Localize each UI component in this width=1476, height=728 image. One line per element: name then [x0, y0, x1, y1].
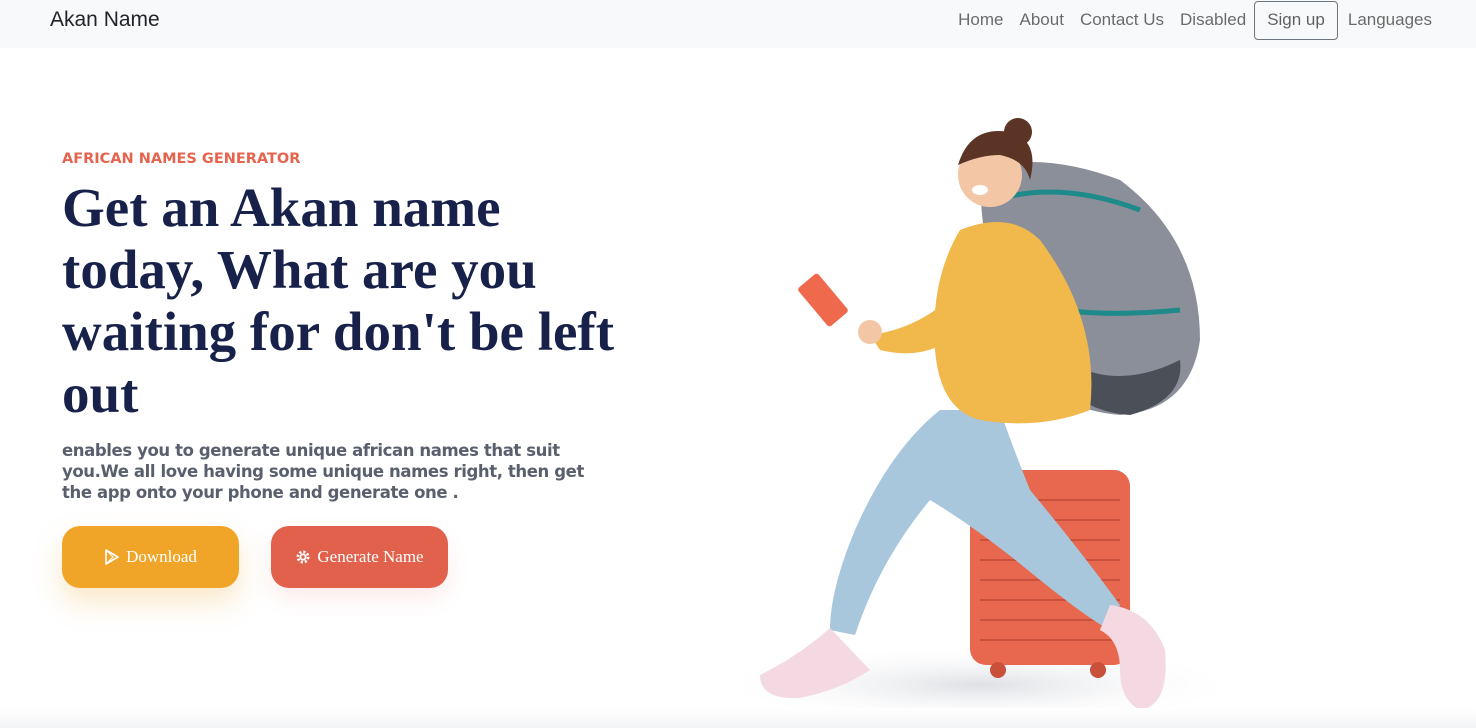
brand-logo[interactable]: Akan Name	[50, 8, 160, 32]
gear-icon	[296, 550, 310, 564]
nav-disabled: Disabled	[1180, 10, 1247, 29]
nav-languages[interactable]: Languages	[1340, 10, 1440, 30]
navbar: Akan Name Home About Contact Us Disabled…	[0, 0, 1476, 48]
signup-button[interactable]: Sign up	[1254, 0, 1338, 40]
nav-contact[interactable]: Contact Us	[1072, 10, 1172, 30]
nav-home[interactable]: Home	[950, 10, 1011, 30]
hero-description: enables you to generate unique african n…	[62, 441, 584, 502]
page-bottom-fade	[0, 708, 1476, 728]
hero-eyebrow: AFRICAN NAMES GENERATOR	[62, 151, 301, 167]
nav-links: Home About Contact Us Disabled Sign up L…	[950, 0, 1440, 40]
play-store-icon	[105, 549, 119, 565]
download-label: Download	[126, 547, 197, 566]
hero-section: AFRICAN NAMES GENERATOR Get an Akan name…	[62, 140, 622, 503]
hero-headline: Get an Akan name today, What are you wai…	[62, 177, 615, 424]
traveler-illustration	[710, 118, 1240, 725]
nav-about[interactable]: About	[1012, 10, 1072, 30]
generate-name-button[interactable]: Generate Name	[271, 526, 448, 588]
generate-label: Generate Name	[317, 547, 424, 566]
download-button[interactable]: Download	[62, 526, 239, 588]
